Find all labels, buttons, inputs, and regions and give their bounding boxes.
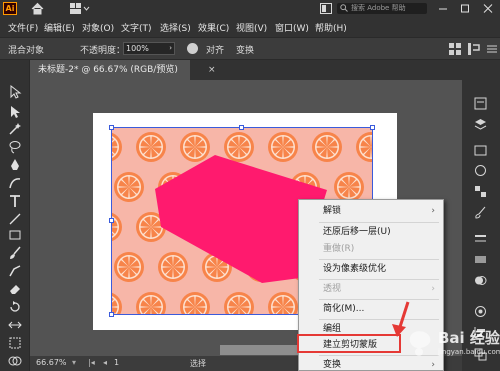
menu-separator <box>319 319 439 320</box>
watermark-url: jingyan.baidu.com <box>438 348 500 356</box>
free-transform-tool-icon[interactable] <box>8 336 22 350</box>
rotate-tool-icon[interactable] <box>8 300 22 314</box>
color-panel-icon[interactable] <box>474 164 487 177</box>
maximize-icon[interactable] <box>458 2 472 15</box>
shape-builder-tool-icon[interactable] <box>8 354 22 368</box>
gradient-panel-icon[interactable] <box>474 253 487 266</box>
menu-effect[interactable]: 效果(C) <box>198 21 229 34</box>
workspace-switcher-icon[interactable] <box>70 3 90 14</box>
right-panel-dock <box>462 60 500 371</box>
zoom-level[interactable]: 66.67% <box>36 358 67 367</box>
share-icon[interactable] <box>320 3 332 14</box>
menu-separator <box>319 222 439 223</box>
status-mode: 选择 <box>190 359 206 368</box>
menu-item-perspective: 透视 › <box>299 281 443 298</box>
menu-type[interactable]: 文字(T) <box>121 21 152 34</box>
lasso-tool-icon[interactable] <box>8 140 22 154</box>
menu-separator <box>319 279 439 280</box>
libraries-panel-icon[interactable] <box>474 144 487 157</box>
artboard-number[interactable]: 1 <box>114 358 119 367</box>
close-tab-icon[interactable]: × <box>208 65 216 75</box>
close-window-icon[interactable] <box>481 2 495 15</box>
menu-bar: 文件(F) 编辑(E) 对象(O) 文字(T) 选择(S) 效果(C) 视图(V… <box>0 17 500 37</box>
tab-bar: 未标题-2* @ 66.67% (RGB/预览) × <box>30 60 470 80</box>
resize-handle[interactable] <box>239 125 244 130</box>
magic-wand-tool-icon[interactable] <box>8 122 22 136</box>
eraser-tool-icon[interactable] <box>8 282 22 296</box>
opacity-value: 100% <box>126 44 149 53</box>
chevron-right-icon: › <box>431 206 435 216</box>
menu-select[interactable]: 选择(S) <box>160 21 191 34</box>
control-bar: 混合对象 不透明度： 100% › 对齐 变换 <box>0 37 500 60</box>
annotation-highlight-box <box>297 334 401 353</box>
opacity-label: 不透明度： <box>80 46 126 56</box>
menu-separator <box>319 259 439 260</box>
title-bar: Ai 搜索 Adobe 帮助 <box>0 0 500 17</box>
curvature-tool-icon[interactable] <box>8 176 22 190</box>
chevron-right-icon: › <box>169 44 172 52</box>
stroke-panel-icon[interactable] <box>474 232 487 245</box>
arrange-documents-icon[interactable] <box>467 42 481 56</box>
menu-item-unlock[interactable]: 解锁 › <box>299 203 443 220</box>
document-tab[interactable]: 未标题-2* @ 66.67% (RGB/预览) <box>30 60 190 80</box>
app-logo: Ai <box>3 2 17 15</box>
menu-file[interactable]: 文件(F) <box>8 21 38 34</box>
first-artboard-icon[interactable]: |◂ <box>88 358 95 367</box>
shaper-tool-icon[interactable] <box>8 264 22 278</box>
resize-handle[interactable] <box>109 125 114 130</box>
brushes-panel-icon[interactable] <box>474 206 487 219</box>
menu-item-pixel-optimize[interactable]: 设为像素级优化 <box>299 261 443 278</box>
layers-panel-icon[interactable] <box>474 118 487 131</box>
menu-edit[interactable]: 编辑(E) <box>44 21 75 34</box>
width-tool-icon[interactable] <box>8 318 22 332</box>
selection-tool-icon[interactable] <box>8 85 22 99</box>
opacity-field[interactable]: 100% › <box>123 42 175 55</box>
rectangle-tool-icon[interactable] <box>8 228 22 242</box>
style-swatch[interactable] <box>187 43 198 54</box>
swatches-panel-icon[interactable] <box>474 185 487 198</box>
resize-handle[interactable] <box>109 312 114 317</box>
object-type-label: 混合对象 <box>8 46 45 56</box>
minimize-icon[interactable] <box>436 2 450 15</box>
line-tool-icon[interactable] <box>8 212 22 226</box>
home-icon[interactable] <box>31 2 44 15</box>
pen-tool-icon[interactable] <box>8 158 22 172</box>
previous-artboard-icon[interactable]: ◂ <box>103 358 107 367</box>
direct-selection-tool-icon[interactable] <box>8 105 22 119</box>
search-input[interactable]: 搜索 Adobe 帮助 <box>337 3 427 14</box>
watermark-text: Bai 经验 <box>438 329 500 347</box>
resize-handle[interactable] <box>109 218 114 223</box>
menu-help[interactable]: 帮助(H) <box>315 21 347 34</box>
type-tool-icon[interactable] <box>8 194 22 208</box>
menu-item-undo[interactable]: 还原后移一层(U) <box>299 224 443 241</box>
resize-handle[interactable] <box>370 125 375 130</box>
tools-panel <box>0 60 30 371</box>
panel-menu-icon[interactable] <box>485 42 499 56</box>
align-button[interactable]: 对齐 <box>206 43 224 56</box>
menu-separator <box>319 299 439 300</box>
chevron-down-icon[interactable]: ▾ <box>72 358 76 367</box>
menu-item-redo: 重做(R) <box>323 244 355 254</box>
grid-options-icon[interactable] <box>448 42 462 56</box>
menu-item-simplify[interactable]: 简化(M)... <box>299 301 443 318</box>
search-placeholder: 搜索 Adobe 帮助 <box>351 4 406 12</box>
menu-object[interactable]: 对象(O) <box>82 21 114 34</box>
transparency-panel-icon[interactable] <box>474 274 487 287</box>
menu-window[interactable]: 窗口(W) <box>275 21 309 34</box>
transform-button[interactable]: 变换 <box>236 43 254 56</box>
paintbrush-tool-icon[interactable] <box>8 246 22 260</box>
chevron-right-icon: › <box>431 284 435 294</box>
properties-panel-icon[interactable] <box>474 97 487 110</box>
menu-view[interactable]: 视图(V) <box>236 21 267 34</box>
appearance-panel-icon[interactable] <box>474 305 487 318</box>
search-icon <box>340 4 348 12</box>
